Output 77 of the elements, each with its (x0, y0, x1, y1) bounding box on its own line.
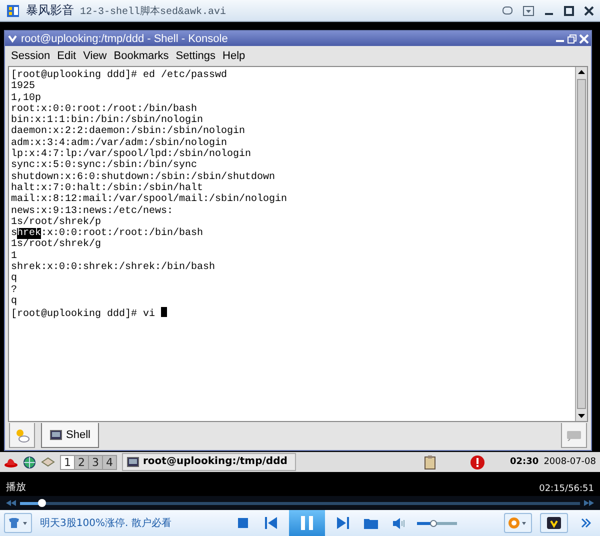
pause-icon (300, 516, 314, 530)
file-name: 12-3-shell脚本sed&awk.avi (80, 4, 228, 18)
terminal-line: q (11, 273, 18, 285)
folder-icon (364, 518, 378, 528)
globe-icon[interactable] (23, 456, 36, 468)
scrollbar[interactable] (575, 67, 587, 421)
fast-forward-icon[interactable] (584, 500, 594, 506)
tv-icon (547, 517, 561, 529)
terminal-icon (50, 430, 62, 440)
terminal-line: mail:x:8:12:mail:/var/spool/mail:/sbin/nologin (11, 194, 288, 206)
chat-icon[interactable] (502, 6, 513, 16)
menu-item[interactable]: Settings (176, 50, 216, 62)
tv-button[interactable] (540, 513, 568, 533)
seek-handle[interactable] (38, 498, 46, 506)
pause-button[interactable] (289, 510, 325, 536)
app-logo-icon (6, 4, 20, 18)
close-icon[interactable] (584, 6, 594, 16)
terminal-line: halt:x:7:0:halt:/sbin:/sbin/halt (11, 182, 204, 194)
rewind-icon[interactable] (6, 500, 16, 506)
terminal-line: 1,10p (11, 92, 42, 104)
desktop-switch[interactable]: 3 (88, 456, 102, 468)
previous-icon (265, 517, 277, 529)
playback-time: 02:15/56:51 (539, 484, 594, 494)
window-title: root@uplooking:/tmp/ddd - Shell - Konsole (21, 32, 229, 44)
terminal-line: bin:x:1:1:bin:/bin:/sbin/nologin (11, 115, 204, 126)
terminal-line: sync:x:5:0:sync:/sbin:/bin/sync (11, 160, 198, 172)
session-tab[interactable]: Shell (41, 423, 100, 448)
desktop-switch[interactable]: 4 (102, 456, 116, 468)
alert-icon[interactable] (470, 454, 486, 470)
next-icon (337, 517, 349, 529)
hat-icon[interactable] (4, 456, 18, 468)
clipboard-icon[interactable] (424, 454, 436, 470)
sun-cloud-icon (14, 427, 30, 443)
terminal-icon (127, 456, 139, 468)
playlist-icon[interactable] (523, 6, 534, 16)
desktop-switch[interactable]: 2 (74, 456, 88, 468)
speaker-icon (393, 518, 405, 528)
ad-link[interactable]: 明天3股100%涨停. 散户必看 (40, 516, 225, 530)
playback-status: 播放 (6, 480, 26, 494)
volume-slider[interactable] (417, 522, 457, 524)
menu-item[interactable]: Session (11, 50, 50, 62)
terminal-line: adm:x:3:4:adm:/var/adm:/sbin/nologin (11, 138, 228, 149)
desktop-switch[interactable]: 1 (61, 456, 74, 468)
volume-handle[interactable] (430, 520, 437, 526)
ring-icon (508, 517, 528, 529)
terminal-line: [root@uplooking ddd]# vi (11, 307, 573, 319)
terminal-line: lp:x:4:7:lp:/var/spool/lpd:/sbin/nologin (11, 149, 252, 160)
menu-item[interactable]: Help (222, 50, 246, 62)
clock-time: 02:30 (510, 457, 539, 467)
clock-date: 2008-07-08 (544, 457, 596, 467)
terminal-line: q (11, 296, 18, 308)
taskbar-button[interactable]: root@uplooking:/tmp/ddd (122, 453, 296, 471)
terminal-line: shrek:x:0:0:shrek:/shrek:/bin/bash (11, 262, 216, 274)
app-name: 暴风影音 (26, 2, 74, 19)
skin-button[interactable] (4, 513, 32, 533)
double-chevron-icon (581, 518, 591, 528)
terminal-line: daemon:x:2:2:daemon:/sbin:/sbin/nologin (11, 126, 246, 138)
restore-icon[interactable] (567, 34, 577, 44)
new-session-button[interactable] (9, 423, 35, 448)
menu-item[interactable]: Edit (57, 50, 76, 62)
shirt-icon (8, 517, 28, 529)
terminal-line: 1s/root/shrek/g (11, 239, 102, 251)
terminal-line: ? (11, 284, 18, 296)
terminal-line: news:x:9:13:news:/etc/news: (11, 206, 174, 217)
terminal-line: shrek:x:0:0:root:/root:/bin/bash (11, 228, 204, 240)
terminal-line: [root@uplooking ddd]# ed /etc/passwd (11, 70, 228, 81)
terminal-line: 1s/root/shrek/p (11, 216, 102, 228)
terminal-line: 1925 (11, 81, 36, 93)
stop-icon (238, 518, 248, 528)
menu-item[interactable]: Bookmarks (114, 50, 169, 62)
terminal-line: root:x:0:0:root:/root:/bin/bash (11, 104, 198, 115)
menu-icon[interactable] (7, 33, 18, 44)
terminal-line: 1 (11, 250, 18, 262)
seek-bar[interactable] (20, 502, 580, 504)
menu-item[interactable]: View (83, 50, 107, 62)
terminal-line: shutdown:x:6:0:shutdown:/sbin:/sbin/shutdown (11, 172, 276, 183)
maximize-icon[interactable] (564, 6, 574, 16)
